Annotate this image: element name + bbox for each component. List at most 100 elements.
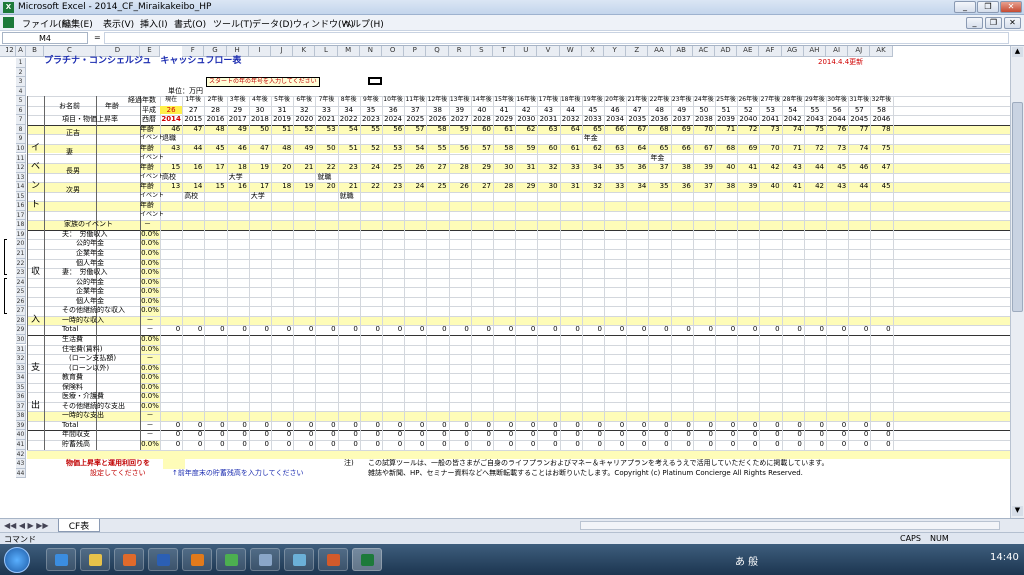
- row-header-40[interactable]: 40: [16, 430, 26, 440]
- row-header-23[interactable]: 23: [16, 268, 26, 278]
- expense_rows-rate-37[interactable]: 0.0%: [140, 402, 160, 410]
- expense_rows-rate-32[interactable]: －: [140, 354, 160, 362]
- row-header-24[interactable]: 24: [16, 277, 26, 288]
- row-header-12[interactable]: 12: [16, 163, 26, 173]
- col-header-AH[interactable]: AH: [803, 46, 826, 57]
- row-header-41[interactable]: 41: [16, 440, 26, 450]
- taskbar-app-media[interactable]: [114, 548, 144, 571]
- row-header-30[interactable]: 30: [16, 334, 26, 345]
- row-header-34[interactable]: 34: [16, 373, 26, 383]
- close-button[interactable]: ✕: [1000, 1, 1022, 13]
- col-header-U[interactable]: U: [515, 46, 538, 57]
- income_rows-rate-22[interactable]: 0.0%: [140, 259, 160, 267]
- income_rows-rate-20[interactable]: 0.0%: [140, 239, 160, 247]
- taskbar-app-excel[interactable]: [352, 548, 382, 571]
- col-header-Y[interactable]: Y: [604, 46, 627, 57]
- row-header-32[interactable]: 32: [16, 354, 26, 364]
- menu-item-5[interactable]: ツール(T): [213, 17, 253, 30]
- row-header-7[interactable]: 7: [16, 115, 26, 125]
- col-header-Q[interactable]: Q: [426, 46, 449, 57]
- tab-cf[interactable]: CF表: [58, 519, 100, 532]
- expense_rows-rate-36[interactable]: 0.0%: [140, 392, 160, 400]
- row-header-11[interactable]: 11: [16, 153, 26, 164]
- col-header-B[interactable]: B: [26, 46, 44, 57]
- col-header-M[interactable]: M: [337, 46, 360, 57]
- expense_rows-rate-35[interactable]: 0.0%: [140, 383, 160, 391]
- row-header-26[interactable]: 26: [16, 296, 26, 307]
- col-header-AK[interactable]: AK: [870, 46, 893, 57]
- taskbar-app-word[interactable]: [148, 548, 178, 571]
- col-header-AC[interactable]: AC: [692, 46, 715, 57]
- row-header-5[interactable]: 5: [16, 96, 26, 106]
- row-header-6[interactable]: 6: [16, 105, 26, 116]
- horizontal-scrollbar[interactable]: [580, 521, 1000, 530]
- col-header-J[interactable]: J: [271, 46, 294, 57]
- col-header-N[interactable]: N: [359, 46, 382, 57]
- taskbar-app-explorer[interactable]: [250, 548, 280, 571]
- col-header-V[interactable]: V: [537, 46, 560, 57]
- scroll-down-icon[interactable]: ▼: [1012, 506, 1023, 516]
- menu-item-6[interactable]: データ(D): [252, 17, 293, 30]
- start-button[interactable]: [4, 547, 30, 573]
- row-header-15[interactable]: 15: [16, 191, 26, 202]
- row-header-2[interactable]: 2: [16, 67, 26, 78]
- row-header-27[interactable]: 27: [16, 306, 26, 316]
- outline-level-2[interactable]: 2: [8, 46, 16, 57]
- col-header-AE[interactable]: AE: [737, 46, 760, 57]
- row-header-18[interactable]: 18: [16, 220, 26, 230]
- row-header-28[interactable]: 28: [16, 315, 26, 326]
- name-box[interactable]: M4: [2, 32, 88, 44]
- income_rows-rate-28[interactable]: －: [140, 316, 160, 324]
- col-header-K[interactable]: K: [293, 46, 316, 57]
- col-header-A[interactable]: A: [16, 46, 26, 57]
- income_rows-rate-25[interactable]: 0.0%: [140, 287, 160, 295]
- col-header-AB[interactable]: AB: [670, 46, 693, 57]
- row-header-4[interactable]: 4: [16, 86, 26, 97]
- income_rows-rate-24[interactable]: 0.0%: [140, 278, 160, 286]
- formula-input[interactable]: [104, 32, 1009, 44]
- vertical-scrollbar[interactable]: ▲ ▼: [1010, 46, 1024, 518]
- taskbar-app-picture[interactable]: [284, 548, 314, 571]
- expense_rows-rate-33[interactable]: 0.0%: [140, 364, 160, 372]
- maximize-button[interactable]: ❐: [977, 1, 999, 13]
- doc-close-button[interactable]: ✕: [1004, 17, 1021, 29]
- row-header-35[interactable]: 35: [16, 382, 26, 393]
- row-header-44[interactable]: 44: [16, 468, 26, 479]
- row-header-31[interactable]: 31: [16, 344, 26, 355]
- savings-rate[interactable]: 0.0%: [140, 440, 160, 448]
- income_rows-rate-19[interactable]: 0.0%: [140, 230, 160, 238]
- col-header-T[interactable]: T: [493, 46, 516, 57]
- savings-input-cell[interactable]: [163, 459, 185, 469]
- col-header-L[interactable]: L: [315, 46, 338, 57]
- taskbar-app-powerpoint[interactable]: [318, 548, 348, 571]
- expense_rows-rate-39[interactable]: －: [140, 421, 160, 429]
- row-header-14[interactable]: 14: [16, 182, 26, 192]
- menu-item-8[interactable]: ヘルプ(H): [343, 17, 384, 30]
- taskbar-app-ie[interactable]: [46, 548, 76, 571]
- income_rows-rate-26[interactable]: 0.0%: [140, 297, 160, 305]
- menu-item-3[interactable]: 挿入(I): [140, 17, 168, 30]
- menu-item-2[interactable]: 表示(V): [103, 17, 134, 30]
- row-header-38[interactable]: 38: [16, 411, 26, 421]
- row-header-13[interactable]: 13: [16, 172, 26, 183]
- col-header-AA[interactable]: AA: [648, 46, 671, 57]
- outline-bracket-1[interactable]: [4, 239, 7, 276]
- col-header-AD[interactable]: AD: [715, 46, 738, 57]
- scroll-up-icon[interactable]: ▲: [1012, 47, 1023, 57]
- expense_rows-rate-31[interactable]: 0.0%: [140, 345, 160, 353]
- col-header-AG[interactable]: AG: [781, 46, 804, 57]
- income_rows-rate-29[interactable]: －: [140, 325, 160, 333]
- row-header-42[interactable]: 42: [16, 449, 26, 460]
- row-header-16[interactable]: 16: [16, 201, 26, 211]
- minimize-button[interactable]: _: [954, 1, 976, 13]
- row-header-43[interactable]: 43: [16, 459, 26, 469]
- menu-item-4[interactable]: 書式(O): [174, 17, 206, 30]
- row-header-21[interactable]: 21: [16, 249, 26, 259]
- row-header-17[interactable]: 17: [16, 210, 26, 221]
- row-header-10[interactable]: 10: [16, 143, 26, 154]
- row-header-3[interactable]: 3: [16, 77, 26, 87]
- row-header-36[interactable]: 36: [16, 392, 26, 402]
- col-header-R[interactable]: R: [448, 46, 471, 57]
- col-header-X[interactable]: X: [581, 46, 604, 57]
- heisei-0[interactable]: 26: [160, 105, 183, 114]
